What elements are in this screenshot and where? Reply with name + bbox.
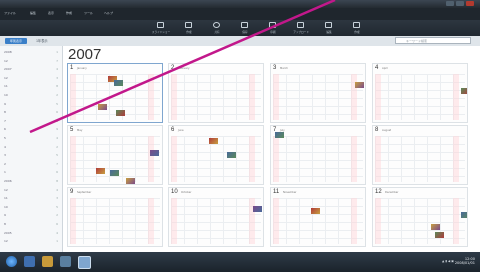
pointer-annotation-line xyxy=(29,0,336,134)
pointer-line xyxy=(29,0,336,134)
